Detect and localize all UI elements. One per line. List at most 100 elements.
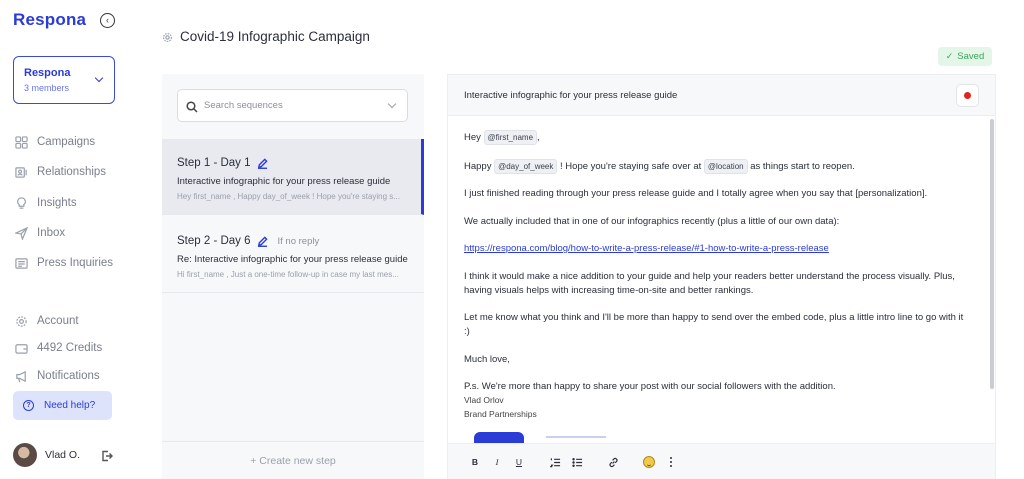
body-paragraph: Happy @day_of_week ! Hope you're staying… [464, 158, 969, 174]
sidebar-item-label: Insights [37, 197, 77, 209]
sequence-panel: Step 1 - Day 1 Interactive infographic f… [162, 74, 424, 479]
send-icon [15, 226, 28, 240]
sidebar-item-label: Relationships [37, 166, 107, 178]
contacts-icon [15, 166, 28, 179]
campaign-title: Covid-19 Infographic Campaign [180, 29, 370, 44]
greeting-text: Hey [464, 132, 481, 143]
body-paragraph: I just finished reading through your pre… [464, 188, 928, 199]
step-preview: Hi first_name , Just a one-time follow-u… [177, 270, 399, 279]
sidebar-item-campaigns[interactable]: Campaigns [15, 134, 95, 150]
avatar [13, 443, 37, 467]
body-paragraph: P.s. We're more than happy to share your… [464, 380, 969, 422]
check-icon: ✓ [945, 51, 954, 61]
body-paragraph: We actually included that in one of our … [464, 215, 840, 227]
signature-button-graphic [474, 432, 524, 443]
saved-status-badge: ✓ Saved [938, 47, 992, 66]
editor-scrollbar[interactable] [990, 119, 994, 389]
sequence-step-2[interactable]: Step 2 - Day 6 If no reply Re: Interacti… [162, 217, 424, 293]
sidebar-item-credits[interactable]: 4492 Credits [15, 340, 102, 356]
sequence-step-1[interactable]: Step 1 - Day 1 Interactive infographic f… [162, 139, 424, 215]
italic-icon[interactable]: I [490, 455, 504, 469]
record-dot-icon [964, 92, 971, 99]
user-name: Vlad O. [45, 449, 81, 461]
sidebar-item-label: Inbox [37, 227, 66, 239]
underline-icon[interactable]: U [512, 455, 526, 469]
edit-pen-icon[interactable] [257, 235, 268, 247]
variable-day-of-week[interactable]: @day_of_week [494, 158, 558, 174]
collapse-sidebar-icon[interactable]: ‹ [100, 13, 115, 28]
email-subject[interactable]: Interactive infographic for your press r… [464, 90, 677, 101]
step-title: Step 2 - Day 6 [177, 235, 251, 247]
body-paragraph: Much love, [464, 353, 510, 365]
sidebar-item-relationships[interactable]: Relationships [15, 164, 106, 180]
body-paragraph: https://respona.com/blog/how-to-write-a-… [464, 242, 969, 256]
need-help-label: Need help? [44, 400, 96, 411]
chevron-down-icon[interactable] [387, 99, 397, 109]
step-subject: Re: Interactive infographic for your pre… [177, 254, 408, 265]
more-icon[interactable] [664, 455, 678, 469]
megaphone-icon [15, 370, 28, 383]
step-header: Step 2 - Day 6 If no reply [177, 235, 424, 247]
settings-gear-icon[interactable] [162, 31, 173, 43]
step-subject: Interactive infographic for your press r… [177, 176, 391, 187]
newspaper-icon [15, 257, 28, 270]
body-paragraph: Hey @first_name, [464, 130, 969, 145]
step-condition: If no reply [277, 235, 320, 247]
body-link[interactable]: https://respona.com/blog/how-to-write-a-… [464, 243, 829, 254]
sidebar-item-notifications[interactable]: Notifications [15, 368, 100, 384]
step-preview: Hey first_name , Happy day_of_week ! Hop… [177, 192, 400, 201]
bullet-list-icon[interactable] [570, 455, 584, 469]
email-body[interactable]: Hey @first_name, Happy @day_of_week ! Ho… [448, 116, 995, 443]
team-name: Respona [24, 67, 71, 79]
bold-icon[interactable]: B [468, 455, 482, 469]
team-members: 3 members [24, 83, 70, 93]
saved-label: Saved [957, 51, 985, 62]
page-title: Covid-19 Infographic Campaign [162, 29, 370, 44]
signature-title: Brand Partnerships [464, 409, 537, 419]
user-profile[interactable]: Vlad O. [13, 443, 80, 467]
sidebar-item-label: Account [37, 315, 79, 327]
lightbulb-icon [15, 196, 28, 210]
sidebar-item-label: Press Inquiries [37, 257, 114, 269]
step-header: Step 1 - Day 1 [177, 157, 421, 169]
wallet-icon [15, 342, 28, 355]
variable-location[interactable]: @location [703, 158, 748, 174]
formatting-toolbar: B I U [448, 443, 995, 479]
need-help-button[interactable]: ? Need help? [13, 391, 112, 420]
logout-icon[interactable] [101, 449, 113, 462]
create-new-step-button[interactable]: + Create new step [162, 441, 424, 479]
ordered-list-icon[interactable] [548, 455, 562, 469]
emoji-icon[interactable] [642, 455, 656, 469]
sidebar-item-label: Notifications [37, 370, 100, 382]
app-logo[interactable]: Respona [13, 10, 86, 30]
email-editor: Interactive infographic for your press r… [447, 74, 996, 479]
search-icon [186, 100, 198, 113]
step-title: Step 1 - Day 1 [177, 157, 251, 169]
edit-pen-icon[interactable] [257, 157, 268, 169]
signature-name: Vlad Orlov [464, 395, 504, 405]
sidebar-item-insights[interactable]: Insights [15, 195, 77, 211]
question-icon: ? [23, 400, 34, 411]
p1-mid: ! Hope you're staying safe over at [560, 160, 702, 172]
subject-bar[interactable]: Interactive infographic for your press r… [448, 75, 995, 116]
sidebar-item-inbox[interactable]: Inbox [15, 225, 65, 241]
body-paragraph: I think it would make a nice addition to… [464, 270, 955, 296]
record-button[interactable] [956, 84, 979, 107]
greeting-suffix: , [537, 132, 540, 143]
sidebar-item-label: 4492 Credits [37, 342, 103, 354]
grid-icon [15, 135, 28, 149]
search-sequences[interactable] [177, 89, 408, 122]
signature-divider [546, 436, 606, 438]
body-paragraph: Let me know what you think and I'll be m… [464, 312, 964, 337]
variable-first-name[interactable]: @first_name [483, 130, 538, 145]
search-input[interactable] [204, 100, 384, 111]
gear-icon [15, 315, 28, 328]
sidebar-item-press-inquiries[interactable]: Press Inquiries [15, 255, 113, 271]
sidebar: Respona ‹ Respona 3 members Campaigns Re… [0, 0, 132, 479]
p1-suffix: as things start to reopen. [750, 160, 855, 172]
sidebar-item-account[interactable]: Account [15, 313, 79, 329]
ps-text: P.s. We're more than happy to share your… [464, 381, 836, 392]
team-selector[interactable]: Respona 3 members [13, 56, 115, 104]
link-icon[interactable] [606, 455, 620, 469]
p1-prefix: Happy [464, 160, 492, 172]
